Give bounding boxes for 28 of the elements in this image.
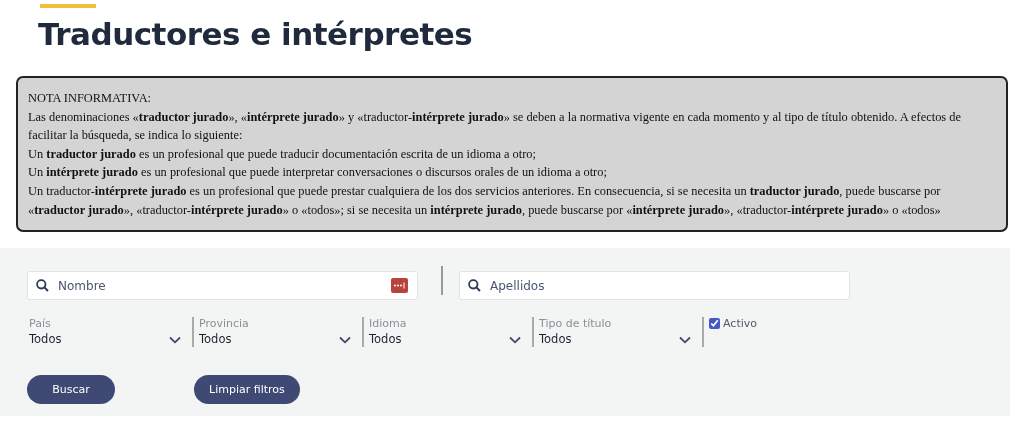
clear-filters-button[interactable]: Limpiar filtros xyxy=(194,375,300,405)
dropdown-label: Idioma xyxy=(369,317,408,332)
search-icon xyxy=(468,279,481,293)
dropdown-label: Tipo de título xyxy=(539,317,613,332)
search-button[interactable]: Buscar xyxy=(27,375,115,405)
search-field[interactable]: Apellidos xyxy=(459,271,850,301)
search-icon xyxy=(36,279,49,293)
chevron-down-icon xyxy=(679,335,691,344)
note-paragraph: Un traductor jurado es un profesional que puede traducir documentación escrita de un idioma a otro; xyxy=(28,145,537,163)
dropdown-label: Provincia xyxy=(199,317,250,332)
note-paragraph: Un intérprete jurado es un profesional que puede interpretar conversaciones o discursos orales de un idioma a otro; xyxy=(28,164,608,182)
autofill-icon[interactable] xyxy=(391,278,408,294)
chevron-down-icon xyxy=(339,335,351,344)
search-field[interactable]: Nombre xyxy=(27,271,418,301)
dropdown-label: País xyxy=(29,317,52,332)
page-title: Traductores e intérpretes xyxy=(38,16,474,52)
dropdown-select[interactable]: Todos xyxy=(29,331,187,349)
note-paragraph: Las denominaciones «traductor jurado», «intérprete jurado» y «traductor-intérprete jurado» se deben a la normativa vigente en cada momento y al tipo de título obtenido. A efectos de facilitar la búsqueda, se indica lo siguiente: xyxy=(28,108,962,145)
dropdown-select[interactable]: Todos xyxy=(539,331,697,349)
checkbox-label: Activo xyxy=(723,317,757,332)
accent-bar xyxy=(40,4,96,8)
checkbox[interactable] xyxy=(709,318,720,330)
chevron-down-icon xyxy=(169,335,181,344)
dropdown-select[interactable]: Todos xyxy=(199,331,357,349)
dropdown-select[interactable]: Todos xyxy=(369,331,527,349)
note-paragraph: Un traductor-intérprete jurado es un profesional que puede prestar cualquiera de los dos servicios anteriores. En consecuencia, si se necesita un traductor jurado, puede buscarse por «traductor jurado», «traductor-intérprete jurado» o «todos»; si se necesita un intérprete jurado, puede buscarse por «intérprete jurado», «traductor-intérprete jurado» o «todos» xyxy=(28,182,942,219)
note-heading: NOTA INFORMATIVA: xyxy=(28,90,153,107)
chevron-down-icon xyxy=(509,335,521,344)
